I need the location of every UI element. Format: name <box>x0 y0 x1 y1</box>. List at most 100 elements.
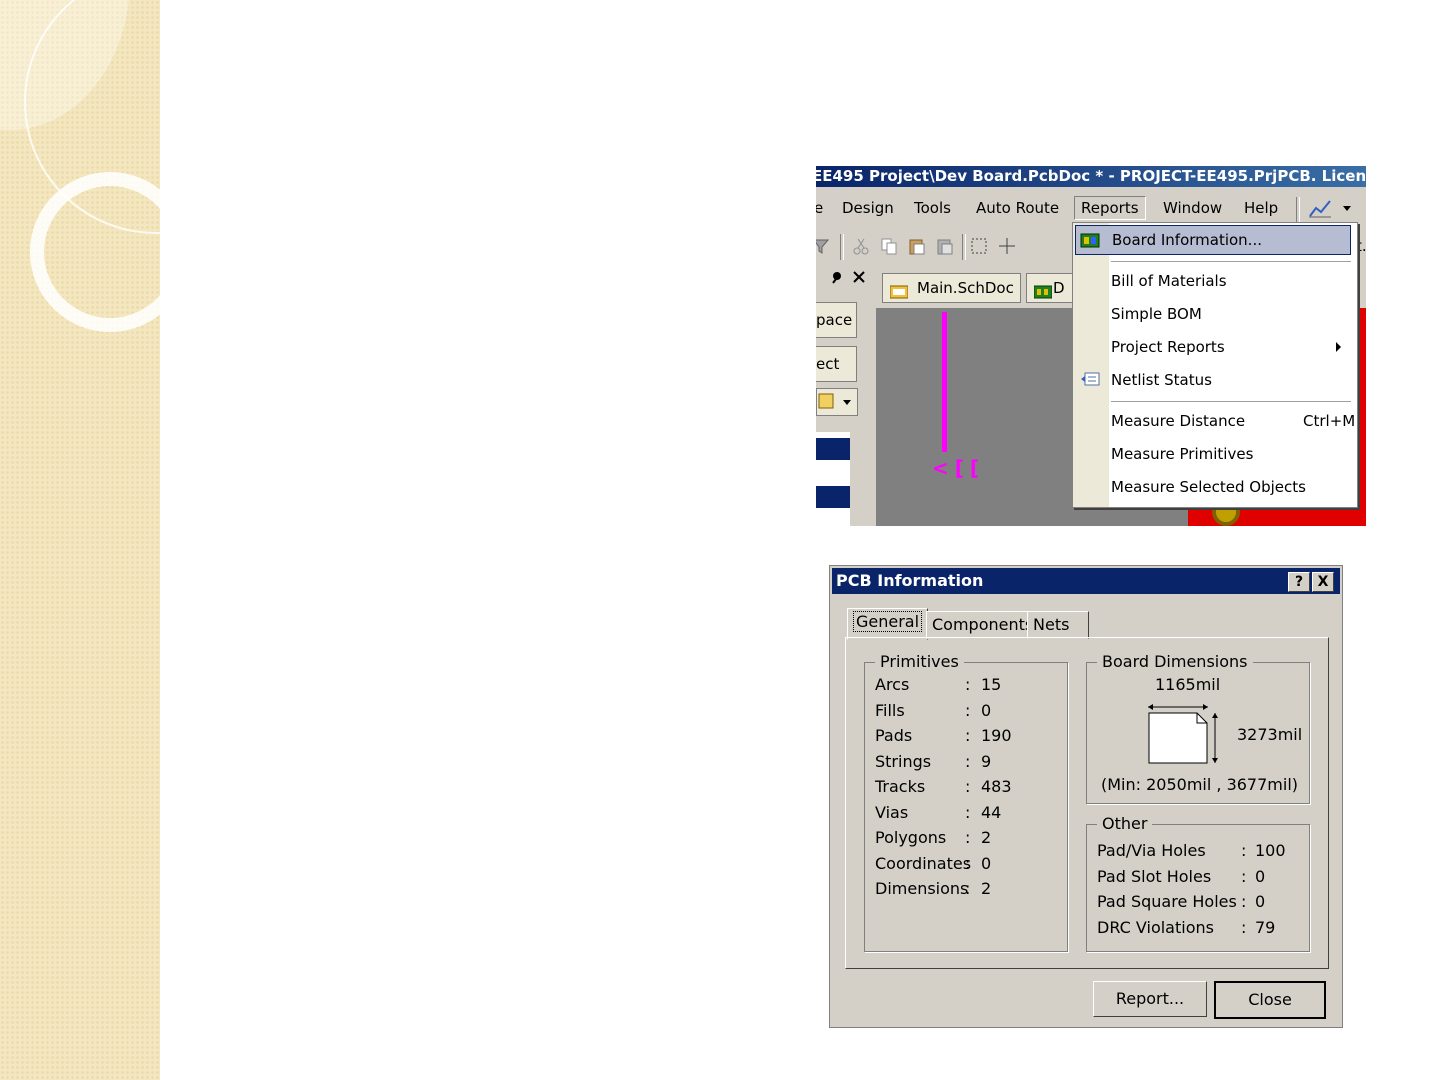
list-item-selected[interactable] <box>816 438 850 460</box>
menu-item-board-information[interactable]: Board Information... <box>1075 225 1351 255</box>
submenu-arrow-icon <box>1336 342 1341 352</box>
panel-view-dropdown[interactable] <box>816 388 858 416</box>
general-tab-pane: Primitives Arcs:15 Fills:0 Pads:190 Strings… <box>845 637 1329 969</box>
colon-separator: : <box>965 828 971 847</box>
window-title: EE495 Project\Dev Board.PcbDoc * - PROJE… <box>816 167 1366 185</box>
tab-main-schdoc[interactable]: Main.SchDoc <box>882 273 1021 303</box>
menu-help[interactable]: Help <box>1238 197 1284 219</box>
board-dimensions-group: Board Dimensions 1165mil 3273mil (Min: 2… <box>1086 652 1310 804</box>
move-icon[interactable] <box>998 237 1016 255</box>
primitives-name: Polygons <box>875 828 947 847</box>
primitives-value: 2 <box>981 879 992 898</box>
primitives-name: Arcs <box>875 675 910 694</box>
measure-distance-label: Measure Distance <box>1111 412 1246 430</box>
copy-icon[interactable] <box>880 237 898 255</box>
netlist-icon <box>1081 371 1101 387</box>
menu-window[interactable]: Window <box>1157 197 1228 219</box>
tab-components[interactable]: Components <box>926 611 1040 639</box>
pcb-information-dialog: PCB Information ? X General Components N… <box>829 565 1343 1028</box>
panel-header <box>816 266 876 288</box>
primitives-name: Fills <box>875 700 905 720</box>
select-area-icon[interactable] <box>970 237 988 255</box>
colon-separator: : <box>1241 841 1247 860</box>
colon-separator: : <box>965 777 971 796</box>
primitives-value: 44 <box>981 802 1002 822</box>
primitives-value: 190 <box>981 726 1012 745</box>
left-panel: pace ect <box>816 296 876 526</box>
menu-auto-route[interactable]: Auto Route <box>970 197 1065 219</box>
tab-nets[interactable]: Nets <box>1027 611 1089 639</box>
menu-item-measure-primitives[interactable]: Measure Primitives <box>1111 441 1351 467</box>
primitives-value: 0 <box>981 700 992 720</box>
paste-icon[interactable] <box>908 237 926 255</box>
colon-separator: : <box>965 726 971 745</box>
altium-window-screenshot: EE495 Project\Dev Board.PcbDoc * - PROJE… <box>816 166 1366 526</box>
cut-icon[interactable] <box>852 237 870 255</box>
menu-item-bill-of-materials[interactable]: Bill of Materials <box>1111 268 1351 294</box>
primitives-label: Primitives <box>875 652 964 671</box>
colon-separator: : <box>1241 917 1247 937</box>
colon-separator: : <box>965 879 971 898</box>
board-width-value: 1165mil <box>1155 675 1221 694</box>
paste-special-icon[interactable] <box>936 237 954 255</box>
primitives-group: Primitives Arcs:15 Fills:0 Pads:190 Strings… <box>864 652 1068 952</box>
dialog-title-bar: PCB Information ? X <box>832 568 1340 594</box>
help-button[interactable]: ? <box>1288 572 1310 592</box>
other-value: 0 <box>1255 866 1266 886</box>
menu-separator <box>1111 261 1351 262</box>
project-button[interactable]: ect <box>816 346 857 382</box>
primitives-name: Coordinates <box>875 853 972 873</box>
menu-design[interactable]: Design <box>836 197 900 219</box>
close-button[interactable]: Close <box>1214 981 1326 1019</box>
tab-general-label: General <box>853 611 923 632</box>
primitives-value: 483 <box>981 777 1012 796</box>
pcb-doc-icon <box>1033 280 1053 299</box>
dialog-title: PCB Information <box>836 571 984 590</box>
menu-reports[interactable]: Reports <box>1074 196 1146 220</box>
window-title-bar: EE495 Project\Dev Board.PcbDoc * - PROJE… <box>816 166 1366 187</box>
tab-components-label: Components <box>932 615 1034 634</box>
other-value: 100 <box>1255 841 1286 860</box>
other-value: 79 <box>1255 917 1276 937</box>
pin-icon[interactable] <box>830 270 844 284</box>
workspace-button[interactable]: pace <box>816 302 857 338</box>
colon-separator: : <box>965 700 971 720</box>
dropdown-arrow-icon[interactable] <box>1343 206 1351 211</box>
menu-item-measure-distance[interactable]: Measure Distance Ctrl+M <box>1111 408 1355 434</box>
menu-item-netlist-status[interactable]: Netlist Status <box>1111 367 1351 393</box>
menu-separator <box>1111 401 1351 402</box>
other-name: Pad/Via Holes <box>1097 841 1206 860</box>
colon-separator: : <box>1241 892 1247 911</box>
other-value: 0 <box>1255 892 1266 911</box>
primitives-name: Vias <box>875 802 909 822</box>
board-information-label: Board Information... <box>1112 231 1262 249</box>
close-x-button[interactable]: X <box>1312 572 1334 592</box>
decorative-thick-ring <box>30 172 160 332</box>
colon-separator: : <box>965 802 971 822</box>
board-height-value: 3273mil <box>1237 725 1303 744</box>
report-button[interactable]: Report... <box>1093 981 1207 1017</box>
menu-tools[interactable]: Tools <box>908 197 957 219</box>
close-panel-icon[interactable] <box>852 270 866 284</box>
primitives-name: Tracks <box>875 777 926 796</box>
menu-item-simple-bom[interactable]: Simple BOM <box>1111 301 1351 327</box>
colon-separator: : <box>965 751 971 771</box>
other-label: Other <box>1097 814 1153 833</box>
menu-item-project-reports[interactable]: Project Reports <box>1111 334 1351 360</box>
toolbar-separator <box>962 234 966 260</box>
schematic-doc-icon <box>889 280 909 299</box>
reports-dropdown-menu: Board Information... Bill of Materials S… <box>1072 222 1358 508</box>
colon-separator: : <box>1241 866 1247 886</box>
tab-label: Main.SchDoc <box>917 279 1014 297</box>
menu-bar: e Design Tools Auto Route Reports Window… <box>816 193 1366 223</box>
graph-icon[interactable] <box>1308 198 1332 218</box>
measure-distance-shortcut: Ctrl+M <box>1303 412 1356 430</box>
filter-icon[interactable] <box>816 237 830 255</box>
decorative-side-panel <box>0 0 160 1080</box>
tab-general[interactable]: General <box>847 608 929 640</box>
other-name: Pad Slot Holes <box>1097 866 1212 886</box>
project-reports-label: Project Reports <box>1111 338 1225 356</box>
list-item-selected[interactable] <box>816 486 850 508</box>
menu-item-measure-selected-objects[interactable]: Measure Selected Objects <box>1111 474 1351 500</box>
menu-file-partial[interactable]: e <box>816 197 829 219</box>
